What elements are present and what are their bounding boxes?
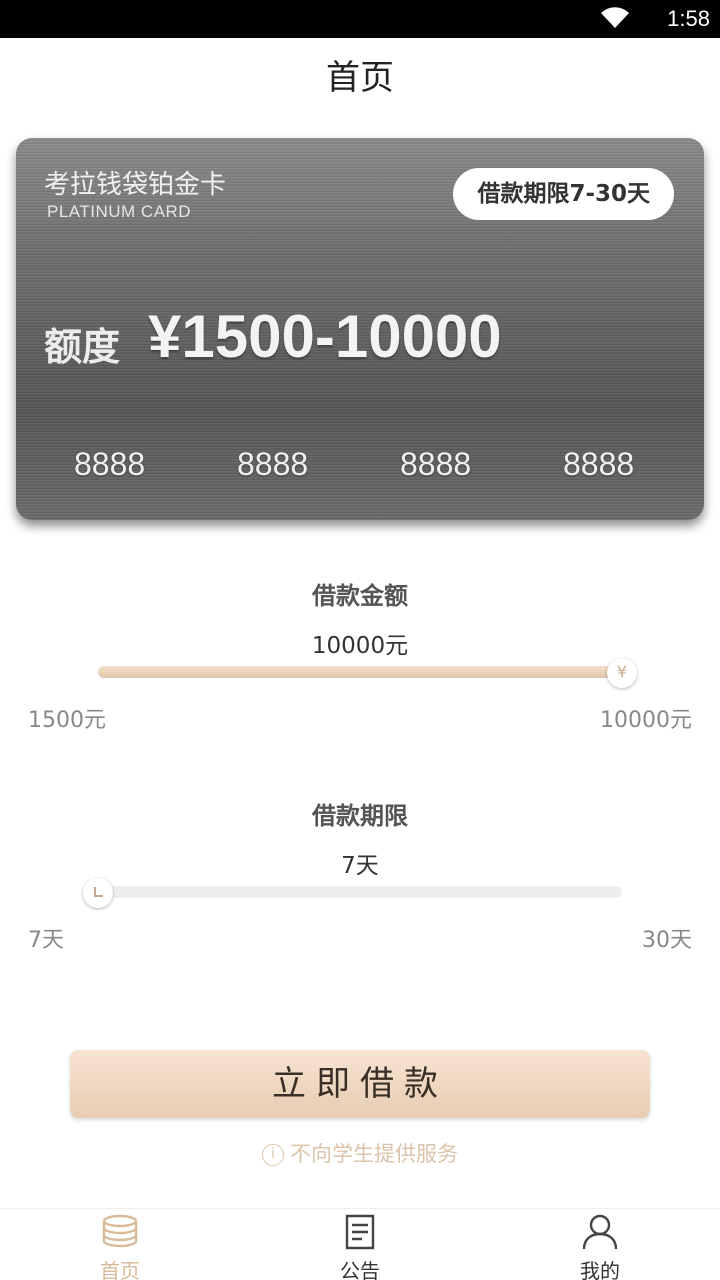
info-icon: i [262,1144,284,1166]
tab-announcements-label: 公告 [340,1259,380,1280]
tab-announcements[interactable]: 公告 [300,1209,420,1280]
limit-value: ¥1500-10000 [148,303,502,370]
term-title: 借款期限 [312,802,408,830]
wifi-icon [601,7,629,29]
tab-home-label: 首页 [100,1259,140,1280]
status-bar: 1:58 [0,0,720,38]
amount-slider-thumb[interactable]: ¥ [607,658,637,688]
card-number: 8888 [400,446,472,482]
amount-max-label: 10000元 [600,708,692,733]
student-notice: i 不向学生提供服务 [0,1138,720,1168]
coins-icon [102,1214,138,1248]
tab-home[interactable]: 首页 [60,1209,180,1280]
card-number: 8888 [74,446,146,482]
term-max-label: 30天 [642,928,692,953]
tab-mine-label: 我的 [580,1259,620,1280]
term-badge: 借款期限7-30天 [453,168,674,220]
limit-label: 额度 [44,325,121,369]
term-min-label: 7天 [28,928,64,953]
document-icon [345,1214,375,1250]
amount-min-label: 1500元 [28,708,106,733]
amount-slider[interactable]: ¥ [98,658,637,688]
page-title: 首页 [326,58,394,98]
card-number: 8888 [237,446,309,482]
clock-icon [94,887,103,897]
platinum-card: 考拉钱袋铂金卡 PLATINUM CARD 借款期限7-30天 额度 ¥1500… [16,138,704,520]
header: 首页 [0,38,720,118]
card-name: 考拉钱袋铂金卡 [44,170,227,200]
apply-loan-button[interactable]: 立即借款 [70,1050,650,1118]
amount-title: 借款金额 [312,582,408,610]
bottom-tabbar: 首页 公告 我的 [0,1208,720,1280]
card-subtitle: PLATINUM CARD [47,202,192,221]
amount-slider-fill [98,666,622,678]
term-value: 7天 [341,853,379,879]
term-slider[interactable] [83,878,622,908]
tab-mine[interactable]: 我的 [540,1209,660,1280]
amount-value: 10000元 [311,633,409,659]
notice-text: 不向学生提供服务 [290,1142,458,1166]
card-number: 8888 [563,446,635,482]
term-slider-thumb[interactable] [83,878,113,908]
status-time: 1:58 [667,6,710,31]
user-icon [582,1214,618,1250]
